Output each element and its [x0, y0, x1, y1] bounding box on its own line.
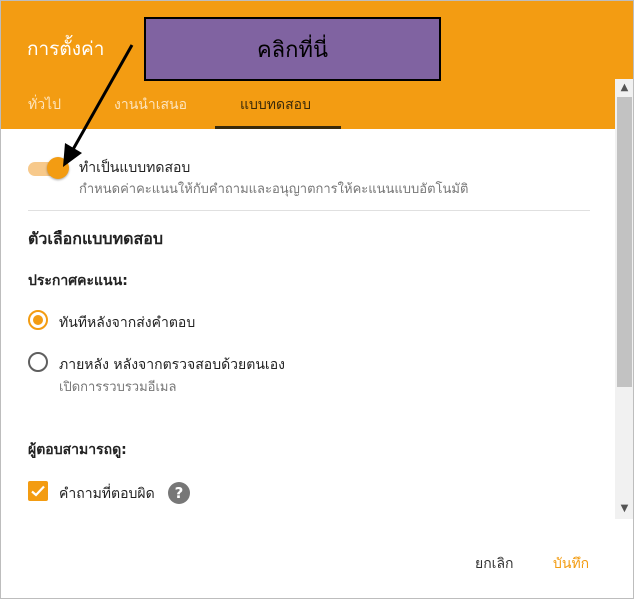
release-later-sublabel: เปิดการรวบรวมอีเมล: [59, 380, 177, 395]
scroll-thumb[interactable]: [617, 97, 632, 387]
tab-quizzes[interactable]: แบบทดสอบ: [240, 94, 311, 116]
respondent-can-see-label: ผู้ตอบสามารถดู:: [28, 442, 127, 458]
tab-general[interactable]: ทั่วไป: [28, 94, 61, 116]
dialog-title: การตั้งค่า: [27, 38, 105, 60]
chevron-up-icon[interactable]: ▲: [617, 80, 632, 95]
check-icon: [31, 485, 45, 497]
quiz-options-title: ตัวเลือกแบบทดสอบ: [28, 229, 164, 248]
quiz-toggle[interactable]: [47, 157, 69, 179]
tab-presentation[interactable]: งานนำเสนอ: [114, 94, 187, 116]
quiz-toggle-description: กำหนดค่าคะแนนให้กับคำถามและอนุญาตการให้ค…: [79, 182, 469, 197]
save-button[interactable]: บันทึก: [553, 553, 589, 575]
release-later-radio[interactable]: [28, 352, 48, 372]
missed-questions-checkbox[interactable]: [28, 481, 48, 501]
release-later-label[interactable]: ภายหลัง หลังจากตรวจสอบด้วยตนเอง: [59, 354, 285, 376]
help-circle-icon[interactable]: ?: [168, 482, 190, 504]
quiz-settings-panel: ทำเป็นแบบทดสอบ กำหนดค่าคะแนนให้กับคำถามแ…: [1, 129, 615, 519]
release-immediately-radio[interactable]: [28, 310, 48, 330]
click-here-callout: คลิกที่นี่: [144, 17, 441, 81]
chevron-down-icon[interactable]: ▼: [617, 501, 632, 516]
release-immediately-label[interactable]: ทันทีหลังจากส่งคำตอบ: [59, 312, 195, 334]
divider: [28, 210, 590, 211]
release-grade-label: ประกาศคะแนน:: [28, 273, 128, 289]
missed-questions-label[interactable]: คำถามที่ตอบผิด: [59, 483, 155, 505]
quiz-toggle-label: ทำเป็นแบบทดสอบ: [79, 160, 191, 176]
cancel-button[interactable]: ยกเลิก: [475, 553, 514, 575]
dialog-footer: [1, 519, 633, 598]
settings-dialog: การตั้งค่า ทั่วไป งานนำเสนอ แบบทดสอบ คลิ…: [0, 0, 634, 599]
